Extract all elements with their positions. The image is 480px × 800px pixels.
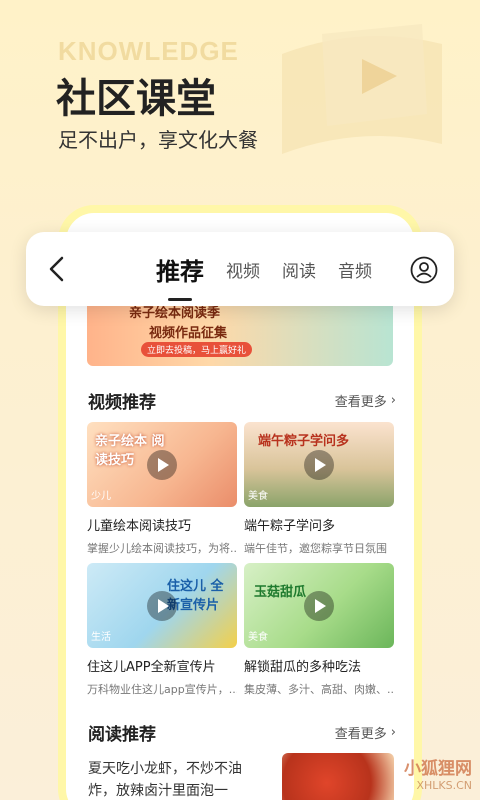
- video-section-header: 视频推荐 查看更多 ›: [88, 388, 396, 413]
- top-navbar: 推荐 视频 阅读 音频: [26, 232, 454, 306]
- reading-section-title: 阅读推荐: [88, 725, 156, 745]
- book-play-decoration-icon: [282, 24, 442, 154]
- knowledge-watermark: KNOWLEDGE: [58, 36, 239, 66]
- reading-section-header: 阅读推荐 查看更多 ›: [88, 720, 396, 745]
- card-title: 端午粽子学问多: [244, 519, 336, 534]
- video-thumbnail: 亲子绘本 阅读技巧 少儿: [87, 422, 237, 507]
- play-icon: [147, 450, 177, 480]
- video-thumbnail: 玉菇甜瓜 美食: [244, 563, 394, 648]
- tab-reading[interactable]: 阅读: [282, 257, 316, 282]
- watermark-url: XHLKS.CN: [416, 779, 472, 792]
- video-card[interactable]: 玉菇甜瓜 美食 解锁甜瓜的多种吃法 集皮薄、多汁、高甜、肉嫩、...: [244, 563, 394, 697]
- play-icon: [304, 591, 334, 621]
- card-desc: 集皮薄、多汁、高甜、肉嫩、...: [244, 683, 394, 696]
- site-watermark-logo: 小狐狸网 XHLKS.CN: [404, 754, 472, 792]
- tab-recommend[interactable]: 推荐: [156, 252, 204, 301]
- tab-video[interactable]: 视频: [226, 257, 260, 282]
- card-desc: 万科物业住这儿app宣传片，...: [87, 683, 237, 696]
- video-more-link[interactable]: 查看更多 ›: [335, 391, 396, 410]
- page-subtitle: 足不出户，享文化大餐: [58, 128, 258, 152]
- banner-line3: 立即去投稿，马上赢好礼: [141, 342, 253, 357]
- category-tag: 生活: [91, 632, 111, 643]
- category-tag: 少儿: [91, 491, 111, 502]
- video-section-title: 视频推荐: [88, 393, 156, 413]
- video-thumbnail: 住这儿 全新宣传片 生活: [87, 563, 237, 648]
- banner-line2: 视频作品征集: [149, 326, 228, 341]
- video-card[interactable]: 亲子绘本 阅读技巧 少儿 儿童绘本阅读技巧 掌握少儿绘本阅读技巧，为将...: [87, 422, 237, 556]
- card-title: 住这儿APP全新宣传片: [87, 660, 216, 675]
- reading-more-label: 查看更多: [334, 727, 387, 742]
- video-card[interactable]: 住这儿 全新宣传片 生活 住这儿APP全新宣传片 万科物业住这儿app宣传片，.…: [87, 563, 237, 697]
- category-tag: 美食: [248, 632, 268, 643]
- user-profile-icon[interactable]: [410, 256, 438, 284]
- video-more-label: 查看更多: [334, 395, 387, 410]
- play-icon: [147, 591, 177, 621]
- card-title: 儿童绘本阅读技巧: [87, 519, 192, 534]
- video-card[interactable]: 端午粽子学问多 美食 端午粽子学问多 端午佳节，邀您粽享节日氛围: [244, 422, 394, 556]
- category-tag: 美食: [248, 491, 268, 502]
- tab-audio[interactable]: 音频: [338, 257, 372, 282]
- card-title: 解锁甜瓜的多种吃法: [244, 660, 362, 675]
- card-desc: 掌握少儿绘本阅读技巧，为将...: [87, 542, 237, 555]
- thumb-text: 端午粽子学问多: [258, 434, 350, 449]
- card-desc: 端午佳节，邀您粽享节日氛围: [244, 542, 387, 555]
- thumb-text: 玉菇甜瓜: [254, 585, 307, 600]
- article-thumbnail[interactable]: [282, 753, 394, 800]
- reading-more-link[interactable]: 查看更多 ›: [335, 723, 396, 742]
- promo-banner[interactable]: 亲子绘本阅读季 视频作品征集 立即去投稿，马上赢好礼: [87, 300, 393, 366]
- chevron-right-icon: ›: [390, 393, 396, 408]
- article-title[interactable]: 夏天吃小龙虾，不炒不油炸，放辣卤汁里面泡一泡，...: [88, 758, 266, 800]
- page-title: 社区课堂: [56, 76, 216, 122]
- video-thumbnail: 端午粽子学问多 美食: [244, 422, 394, 507]
- chevron-right-icon: ›: [390, 725, 396, 740]
- category-tabs: 推荐 视频 阅读 音频: [156, 232, 372, 306]
- back-arrow-icon[interactable]: [42, 252, 72, 286]
- watermark-name: 小狐狸网: [404, 759, 472, 779]
- play-icon: [304, 450, 334, 480]
